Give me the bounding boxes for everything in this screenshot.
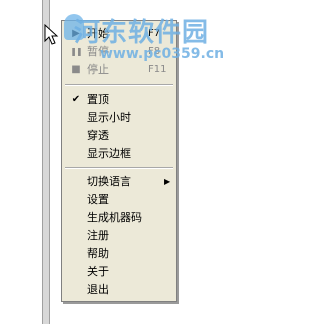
menu-item-help[interactable]: 帮助 bbox=[62, 245, 176, 263]
menu-item-show-hours[interactable]: 显示小时 bbox=[62, 109, 176, 127]
menu-item-show-border[interactable]: 显示边框 bbox=[62, 145, 176, 163]
menu-item-about[interactable]: 关于 bbox=[62, 263, 176, 281]
menu-item-exit[interactable]: 退出 bbox=[62, 281, 176, 299]
menu-item-click-through[interactable]: 穿透 bbox=[62, 127, 176, 145]
menu-item-switch-language[interactable]: 切换语言 ▶ bbox=[62, 173, 176, 191]
mouse-pointer-icon bbox=[44, 24, 59, 45]
menu-item-label: 关于 bbox=[87, 265, 109, 278]
menu-item-label: 显示小时 bbox=[87, 111, 131, 124]
menu-item-label: 注册 bbox=[87, 229, 109, 242]
watermark: 河东软件园 www.pc0359.cn bbox=[64, 8, 269, 68]
menu-item-generate-machine-code[interactable]: 生成机器码 bbox=[62, 209, 176, 227]
menu-item-label: 切换语言 bbox=[87, 175, 131, 188]
menu-item-label: 置顶 bbox=[87, 93, 109, 106]
menu-item-label: 设置 bbox=[87, 193, 109, 206]
window-edge bbox=[42, 0, 50, 324]
screenshot-stage: ▶ 开始 F7 ❚❚ 暂停 F8 ■ 停止 F11 ✔ 置顶 显示小时 穿透 显… bbox=[0, 0, 271, 324]
menu-item-label: 生成机器码 bbox=[87, 211, 142, 224]
menu-item-label: 帮助 bbox=[87, 247, 109, 260]
menu-separator bbox=[65, 84, 173, 86]
menu-item-label: 退出 bbox=[87, 283, 109, 296]
checkmark-icon: ✔ bbox=[71, 94, 81, 105]
menu-item-always-on-top[interactable]: ✔ 置顶 bbox=[62, 91, 176, 109]
watermark-title: 河东软件园 bbox=[74, 18, 210, 48]
menu-item-register[interactable]: 注册 bbox=[62, 227, 176, 245]
menu-item-settings[interactable]: 设置 bbox=[62, 191, 176, 209]
menu-item-label: 显示边框 bbox=[87, 147, 131, 160]
submenu-arrow-icon: ▶ bbox=[164, 177, 171, 186]
menu-item-label: 穿透 bbox=[87, 129, 109, 142]
menu-separator bbox=[65, 167, 173, 169]
watermark-url: www.pc0359.cn bbox=[100, 46, 225, 62]
